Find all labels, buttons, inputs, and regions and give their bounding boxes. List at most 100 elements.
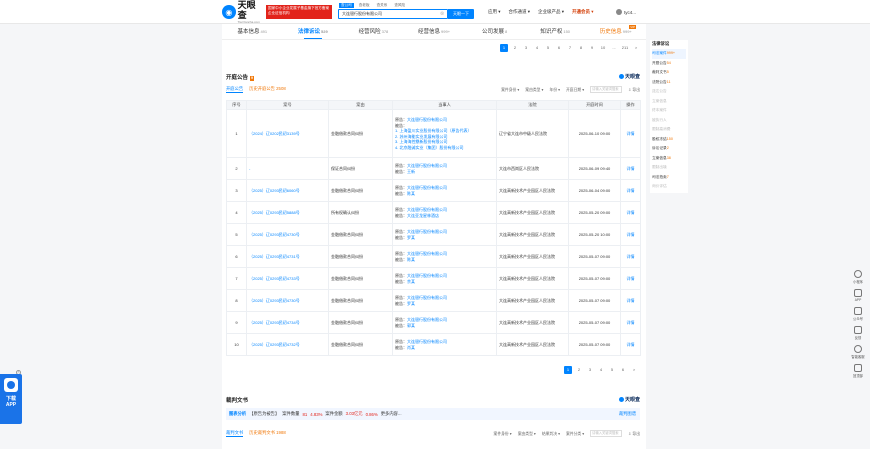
case-number[interactable]: - bbox=[246, 157, 329, 180]
party-link[interactable]: 陈某 bbox=[407, 191, 415, 196]
tab-dimension[interactable]: 经营信息999+ bbox=[404, 24, 465, 39]
page-button[interactable]: 6 bbox=[619, 366, 627, 374]
subtab-current[interactable]: 开庭公告 bbox=[226, 86, 244, 93]
case-link[interactable]: （2025）辽0293民初4734号 bbox=[249, 320, 300, 325]
detail-link[interactable]: 详情 bbox=[620, 267, 641, 290]
nav-item[interactable]: 开通会员 ▾ bbox=[572, 9, 594, 15]
detail-link[interactable]: 详情 bbox=[620, 333, 641, 356]
detail-button[interactable]: 详情 bbox=[627, 342, 635, 347]
sidebar-item[interactable]: 送达公告 bbox=[652, 87, 686, 97]
page-button[interactable]: > bbox=[630, 366, 638, 374]
tool-1[interactable]: APP bbox=[854, 289, 862, 302]
judgment-search-input[interactable]: 请输入关键词搜索 bbox=[590, 430, 623, 437]
search-tab[interactable]: 查公司 bbox=[339, 3, 354, 8]
party-link[interactable]: 大连银行股份有限公司 bbox=[407, 185, 447, 190]
page-button[interactable]: 5 bbox=[544, 44, 552, 52]
page-button[interactable]: 4 bbox=[597, 366, 605, 374]
party-link[interactable]: 2. 苏州海能实业发展有限公司 bbox=[395, 134, 447, 139]
detail-button[interactable]: 详情 bbox=[627, 298, 635, 303]
sidebar-item[interactable]: 限制高消费 bbox=[652, 125, 686, 135]
filter-year[interactable]: 年份 ▾ bbox=[549, 87, 560, 93]
nav-item[interactable]: 应用 ▾ bbox=[488, 9, 501, 15]
party-link[interactable]: 罗某 bbox=[407, 235, 415, 240]
search-input[interactable]: 大连银行股份有限公司 bbox=[338, 9, 448, 19]
party-link[interactable]: 大连银行股份有限公司 bbox=[407, 317, 447, 322]
sidebar-item[interactable]: 法院公告11 bbox=[652, 78, 686, 88]
detail-button[interactable]: 详情 bbox=[627, 320, 635, 325]
tab-dimension[interactable]: 基本信息491 bbox=[222, 24, 283, 39]
detail-button[interactable]: 详情 bbox=[627, 276, 635, 281]
detail-button[interactable]: 详情 bbox=[627, 254, 635, 259]
detail-button[interactable]: 详情 bbox=[627, 188, 635, 193]
case-link[interactable]: （2025）辽0293民初4730号 bbox=[249, 232, 300, 237]
case-number[interactable]: （2025）辽0293民初4733号 bbox=[246, 267, 329, 290]
page-button[interactable]: 3 bbox=[586, 366, 594, 374]
detail-button[interactable]: 详情 bbox=[627, 232, 635, 237]
party-link[interactable]: 大连银行股份有限公司 bbox=[407, 295, 447, 300]
party-link[interactable]: 大连银行股份有限公司 bbox=[407, 339, 447, 344]
export-button-2[interactable]: ⇩ 导出 bbox=[628, 431, 640, 437]
detail-link[interactable]: 详情 bbox=[620, 289, 641, 312]
tab-dimension[interactable]: 历史信息999+ VIP bbox=[585, 24, 646, 39]
filter-result[interactable]: 结果判决 ▾ bbox=[542, 431, 560, 437]
party-link[interactable]: 大连银行股份有限公司 bbox=[407, 229, 447, 234]
page-button[interactable]: 1 bbox=[500, 44, 508, 52]
tab-dimension[interactable]: 经营风险378 bbox=[343, 24, 404, 39]
filter-category[interactable]: 案件分类 ▾ bbox=[566, 431, 584, 437]
tool-4[interactable]: 智能客服 bbox=[851, 345, 865, 359]
case-number[interactable]: （2025）辽0293民初5888号 bbox=[246, 201, 329, 224]
case-number[interactable]: （2025）辽0293民初4730号 bbox=[246, 223, 329, 246]
search-button[interactable]: 天眼一下 bbox=[448, 9, 474, 19]
detail-button[interactable]: 详情 bbox=[627, 166, 635, 171]
clear-icon[interactable]: ⊗ bbox=[440, 11, 446, 17]
sidebar-item[interactable]: 限制出境 bbox=[652, 163, 686, 173]
detail-link[interactable]: 详情 bbox=[620, 223, 641, 246]
party-link[interactable]: 王新 bbox=[407, 169, 415, 174]
search-tab[interactable]: 查风险 bbox=[392, 3, 407, 8]
party-link[interactable]: 余某 bbox=[407, 279, 415, 284]
page-button[interactable]: 8 bbox=[577, 44, 585, 52]
subtab-judgment[interactable]: 裁判文书 bbox=[226, 430, 244, 437]
tab-dimension[interactable]: 知识产权150 bbox=[525, 24, 586, 39]
detail-link[interactable]: 详情 bbox=[620, 157, 641, 180]
sidebar-item[interactable]: 被执行人 bbox=[652, 116, 686, 126]
party-link[interactable]: 罗某 bbox=[407, 301, 415, 306]
case-number[interactable]: （2025）辽0293民初4731号 bbox=[246, 245, 329, 268]
page-button[interactable]: 10 bbox=[599, 44, 607, 52]
tool-2[interactable]: 公众号 bbox=[853, 307, 863, 321]
page-button[interactable]: 6 bbox=[555, 44, 563, 52]
detail-button[interactable]: 详情 bbox=[627, 131, 635, 136]
page-button[interactable]: 1 bbox=[564, 366, 572, 374]
case-number[interactable]: （2025）辽0293民初4734号 bbox=[246, 311, 329, 334]
detail-link[interactable]: 详情 bbox=[620, 245, 641, 268]
subtab-history-judgment[interactable]: 历史裁判文书 1988 bbox=[249, 430, 286, 437]
case-link[interactable]: （2025）辽0293民初4733号 bbox=[249, 276, 300, 281]
party-link[interactable]: 1. 上海盈川实业股份有限公司（原告代表） bbox=[395, 128, 471, 133]
filter-identity[interactable]: 案件身份 ▾ bbox=[501, 87, 519, 93]
detail-link[interactable]: 详情 bbox=[620, 109, 641, 158]
user-menu[interactable]: tyc4... bbox=[616, 9, 636, 15]
party-link[interactable]: 大连亚龙星林酒店 bbox=[407, 213, 439, 218]
case-link[interactable]: （2025）辽0293民初5888号 bbox=[249, 210, 300, 215]
detail-button[interactable]: 详情 bbox=[627, 210, 635, 215]
sidebar-item[interactable]: 终本案件 bbox=[652, 106, 686, 116]
detail-link[interactable]: 详情 bbox=[620, 311, 641, 334]
party-link[interactable]: 大连银行股份有限公司 bbox=[407, 207, 447, 212]
site-logo[interactable]: ◉ 天眼查 TianYancha.com bbox=[222, 0, 264, 24]
tool-5[interactable]: 回顶部 bbox=[853, 364, 863, 378]
filter-date[interactable]: 开庭日期 ▾ bbox=[566, 87, 584, 93]
page-button[interactable]: 9 bbox=[588, 44, 596, 52]
detail-link[interactable]: 详情 bbox=[620, 201, 641, 224]
page-button[interactable]: 211 bbox=[621, 44, 629, 52]
filter-cause-2[interactable]: 案由类型 ▾ bbox=[518, 431, 536, 437]
nav-item[interactable]: 企业级产品 ▾ bbox=[538, 9, 564, 15]
case-link[interactable]: （2025）辽0293民初4732号 bbox=[249, 342, 300, 347]
sidebar-item[interactable]: 司法拍卖7 bbox=[652, 173, 686, 183]
party-link[interactable]: 大连银行股份有限公司 bbox=[407, 251, 447, 256]
sidebar-item[interactable]: 立案信息 bbox=[652, 97, 686, 107]
party-link[interactable]: 肖某 bbox=[407, 345, 415, 350]
case-number[interactable]: （2025）辽0293民初6060号 bbox=[246, 179, 329, 202]
page-button[interactable]: ... bbox=[610, 44, 618, 52]
filter-cause[interactable]: 案由类型 ▾ bbox=[525, 87, 543, 93]
nav-item[interactable]: 合作通道 ▾ bbox=[509, 9, 531, 15]
